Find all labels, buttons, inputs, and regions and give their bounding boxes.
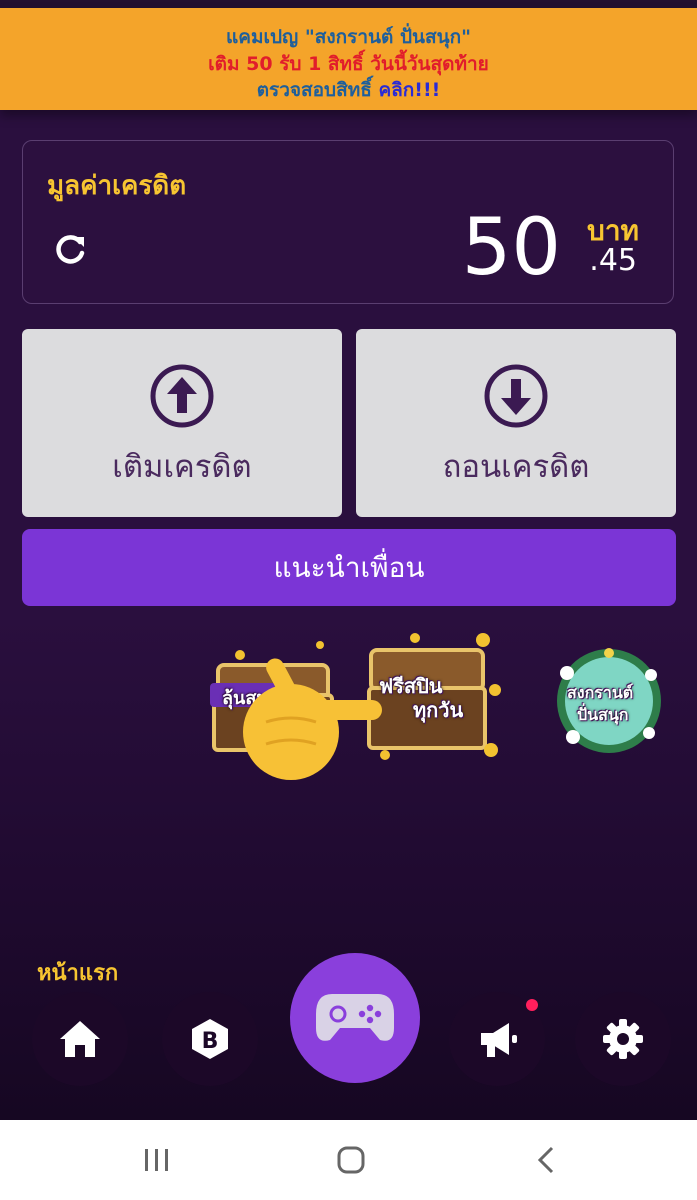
gear-icon <box>603 1019 643 1059</box>
home-icon <box>60 1021 100 1057</box>
app-screen: แคมเปญ "สงกรานต์ ปั่นสนุก" เติม 50 รับ 1… <box>0 0 697 1120</box>
withdraw-label: ถอนเครดิต <box>442 449 590 485</box>
refresh-icon[interactable] <box>53 231 89 267</box>
system-home-icon[interactable] <box>331 1140 371 1180</box>
banner-check-text: ตรวจสอบสิทธิ์ <box>256 79 379 101</box>
deposit-label: เติมเครดิต <box>112 449 252 485</box>
credit-amount-integer: 50 <box>461 203 561 293</box>
banner-click-link[interactable]: คลิก!!! <box>378 79 440 101</box>
promo-songkran[interactable]: สงกรานต์ ปั่นสนุก <box>553 645 665 757</box>
credit-title: มูลค่าเครดิต <box>47 171 187 201</box>
nav-home-button[interactable] <box>32 992 128 1086</box>
promo-songkran-label-2: ปั่นสนุก <box>577 705 629 724</box>
refer-friend-button[interactable]: แนะนำเพื่อน <box>22 529 676 606</box>
system-nav-bar <box>0 1120 697 1200</box>
gamepad-icon <box>316 994 394 1041</box>
active-nav-label: หน้าแรก <box>37 961 119 986</box>
nav-games-button[interactable] <box>290 953 420 1083</box>
pointing-hand-icon <box>236 652 386 792</box>
campaign-banner[interactable]: แคมเปญ "สงกรานต์ ปั่นสนุก" เติม 50 รับ 1… <box>0 8 697 110</box>
withdraw-button[interactable]: ถอนเครดิต <box>356 329 676 517</box>
credit-card: มูลค่าเครดิต 50 บาท .45 <box>22 140 674 304</box>
status-strip <box>0 0 697 8</box>
promo-spin-label-2: ทุกวัน <box>413 698 464 722</box>
recent-apps-icon[interactable] <box>137 1140 177 1180</box>
arrow-down-circle-icon <box>483 363 549 429</box>
back-icon[interactable] <box>527 1140 567 1180</box>
credit-amount-decimal: .45 <box>589 243 637 278</box>
megaphone-icon <box>481 1023 517 1057</box>
bank-coin-icon: B <box>192 1019 228 1059</box>
banner-line-3: ตรวจสอบสิทธิ์ คลิก!!! <box>0 75 697 105</box>
credit-amount: 50 บาท .45 <box>339 203 639 293</box>
banner-line-1: แคมเปญ "สงกรานต์ ปั่นสนุก" <box>226 26 471 48</box>
nav-bank-button[interactable]: B <box>162 992 258 1086</box>
notification-dot <box>526 999 538 1011</box>
svg-text:B: B <box>202 1029 219 1054</box>
arrow-up-circle-icon <box>149 363 215 429</box>
deposit-button[interactable]: เติมเครดิต <box>22 329 342 517</box>
nav-settings-button[interactable] <box>575 992 671 1086</box>
